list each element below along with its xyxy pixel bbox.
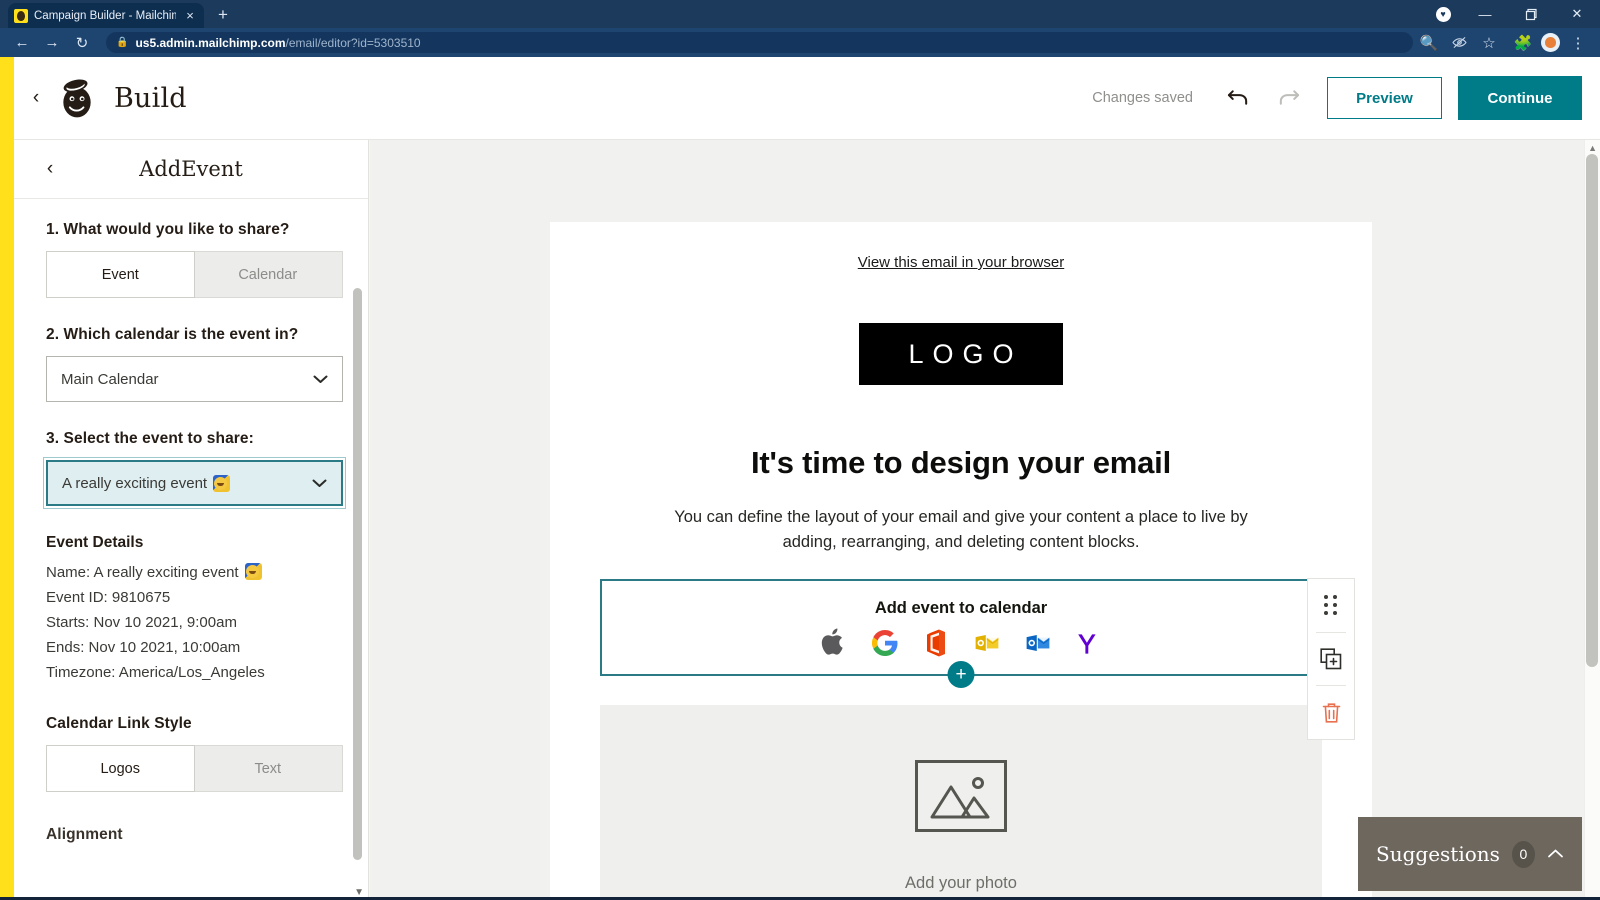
bookmark-star-icon[interactable]: ☆: [1475, 30, 1503, 56]
event-detail-starts: Starts: Nov 10 2021, 9:00am: [46, 610, 345, 635]
drag-handle-icon[interactable]: [1307, 579, 1355, 632]
continue-button[interactable]: Continue: [1458, 76, 1582, 120]
image-placeholder-icon: [915, 760, 1007, 832]
mailchimp-freddie-logo: [54, 75, 100, 121]
event-detail-ends: Ends: Nov 10 2021, 10:00am: [46, 635, 345, 660]
close-icon[interactable]: ×: [182, 8, 198, 24]
forward-icon[interactable]: →: [38, 30, 66, 56]
profile-badge-icon[interactable]: ♥: [1424, 0, 1462, 28]
add-event-block[interactable]: Add event to calendar: [600, 579, 1322, 676]
window-controls: ♥ — ✕: [1424, 0, 1600, 28]
link-style-label: Calendar Link Style: [46, 715, 345, 733]
mailchimp-app: ‹ Build Changes saved: [0, 57, 1600, 900]
share-type-toggle[interactable]: Event Calendar: [46, 251, 343, 298]
browser-navbar: ← → ↻ 🔒 us5.admin.mailchimp.com/email/ed…: [0, 28, 1600, 57]
toggle-option-event[interactable]: Event: [46, 251, 195, 298]
chevron-down-icon: [312, 475, 327, 492]
yahoo-calendar-icon[interactable]: [1076, 628, 1102, 658]
maximize-button[interactable]: [1508, 0, 1554, 28]
add-block-button[interactable]: +: [948, 661, 975, 688]
chevron-up-icon[interactable]: [1547, 846, 1564, 863]
event-select[interactable]: A really exciting event: [46, 460, 343, 506]
address-bar[interactable]: 🔒 us5.admin.mailchimp.com/email/editor?i…: [106, 32, 1413, 53]
duplicate-block-icon[interactable]: [1307, 633, 1355, 686]
back-icon[interactable]: ←: [8, 30, 36, 56]
shushing-face-emoji: [213, 475, 230, 492]
email-logo-block[interactable]: LOGO: [859, 323, 1063, 385]
reload-icon[interactable]: ↻: [68, 30, 96, 56]
panel-title: AddEvent: [14, 157, 368, 181]
close-window-button[interactable]: ✕: [1554, 0, 1600, 28]
app-header: ‹ Build Changes saved: [14, 57, 1600, 140]
redo-arrow-icon[interactable]: [1271, 81, 1305, 115]
event-details-heading: Event Details: [46, 534, 345, 552]
browser-window: Campaign Builder - Mailchimp ca × + ♥ — …: [0, 0, 1600, 900]
toggle-option-calendar[interactable]: Calendar: [194, 252, 343, 297]
browser-extensions-area: 🧩 ⋮: [1509, 30, 1592, 56]
image-placeholder-block[interactable]: Add your photo: [600, 705, 1322, 900]
outlook-icon[interactable]: [1025, 628, 1051, 658]
zoom-icon[interactable]: 🔍: [1415, 30, 1443, 56]
toggle-option-logos[interactable]: Logos: [46, 745, 195, 792]
extensions-puzzle-icon[interactable]: 🧩: [1509, 30, 1537, 56]
email-sheet: View this email in your browser LOGO It'…: [550, 222, 1372, 900]
new-tab-button[interactable]: +: [212, 4, 234, 26]
event-select-value: A really exciting event: [62, 475, 207, 492]
panel-header: ‹ AddEvent: [14, 140, 368, 199]
event-detail-name: Name: A really exciting event: [46, 560, 345, 585]
suggestions-label: Suggestions: [1376, 842, 1500, 866]
view-in-browser-link[interactable]: View this email in your browser: [550, 222, 1372, 271]
profile-avatar[interactable]: [1541, 33, 1560, 52]
shushing-face-emoji: [245, 563, 262, 580]
email-heading[interactable]: It's time to design your email: [550, 445, 1372, 481]
image-placeholder-caption: Add your photo: [905, 874, 1017, 893]
panel-scrollbar-thumb[interactable]: [353, 288, 362, 860]
save-status: Changes saved: [1092, 90, 1193, 106]
calendar-provider-icons: [602, 626, 1320, 660]
suggestions-count-badge: 0: [1512, 841, 1535, 868]
calendar-select-value: Main Calendar: [61, 371, 159, 388]
event-detail-id: Event ID: 9810675: [46, 585, 345, 610]
preview-button[interactable]: Preview: [1327, 77, 1442, 119]
alignment-label-partial: Alignment: [46, 826, 345, 844]
page-title: Build: [114, 83, 187, 114]
panel-back-button[interactable]: ‹: [38, 157, 62, 181]
step3-label: 3. Select the event to share:: [46, 430, 345, 448]
step1-label: 1. What would you like to share?: [46, 221, 345, 239]
email-body-text[interactable]: You can define the layout of your email …: [661, 505, 1261, 555]
suggestions-panel[interactable]: Suggestions 0: [1358, 817, 1582, 891]
link-style-toggle[interactable]: Logos Text: [46, 745, 343, 792]
chevron-down-icon: [313, 371, 328, 388]
undo-arrow-icon[interactable]: [1221, 81, 1255, 115]
office365-icon[interactable]: [923, 628, 949, 658]
step2-label: 2. Which calendar is the event in?: [46, 326, 345, 344]
browser-tab[interactable]: Campaign Builder - Mailchimp ca ×: [8, 3, 204, 28]
toggle-option-text[interactable]: Text: [194, 746, 343, 791]
panel-body: 1. What would you like to share? Event C…: [14, 199, 369, 900]
header-back-button[interactable]: ‹: [20, 82, 52, 114]
block-toolbar: [1307, 578, 1355, 740]
browser-tabstrip: Campaign Builder - Mailchimp ca × + ♥ — …: [0, 0, 1600, 28]
eye-off-icon[interactable]: [1445, 30, 1473, 56]
left-panel: ‹ AddEvent 1. What would you like to sha…: [14, 140, 369, 900]
logo-text: LOGO: [899, 339, 1022, 370]
lock-icon: 🔒: [116, 37, 128, 48]
scroll-up-icon[interactable]: ▲: [1588, 143, 1597, 153]
add-event-title: Add event to calendar: [602, 599, 1320, 618]
chrome-menu-icon[interactable]: ⋮: [1564, 30, 1592, 56]
address-bar-url: us5.admin.mailchimp.com/email/editor?id=…: [135, 36, 420, 50]
trash-delete-icon[interactable]: [1307, 686, 1355, 739]
tab-title: Campaign Builder - Mailchimp ca: [34, 10, 176, 22]
minimize-button[interactable]: —: [1462, 0, 1508, 28]
calendar-select[interactable]: Main Calendar: [46, 356, 343, 402]
apple-calendar-icon[interactable]: [821, 628, 847, 658]
outlook-com-icon[interactable]: [974, 628, 1000, 658]
mailchimp-favicon: [14, 9, 28, 23]
page-scrollbar-thumb[interactable]: [1586, 154, 1598, 667]
brand-rail: [0, 57, 14, 900]
omnibox-action-icons: 🔍 ☆: [1415, 30, 1503, 56]
event-detail-timezone: Timezone: America/Los_Angeles: [46, 660, 345, 685]
google-calendar-icon[interactable]: [872, 628, 898, 658]
email-canvas: View this email in your browser LOGO It'…: [370, 140, 1600, 900]
